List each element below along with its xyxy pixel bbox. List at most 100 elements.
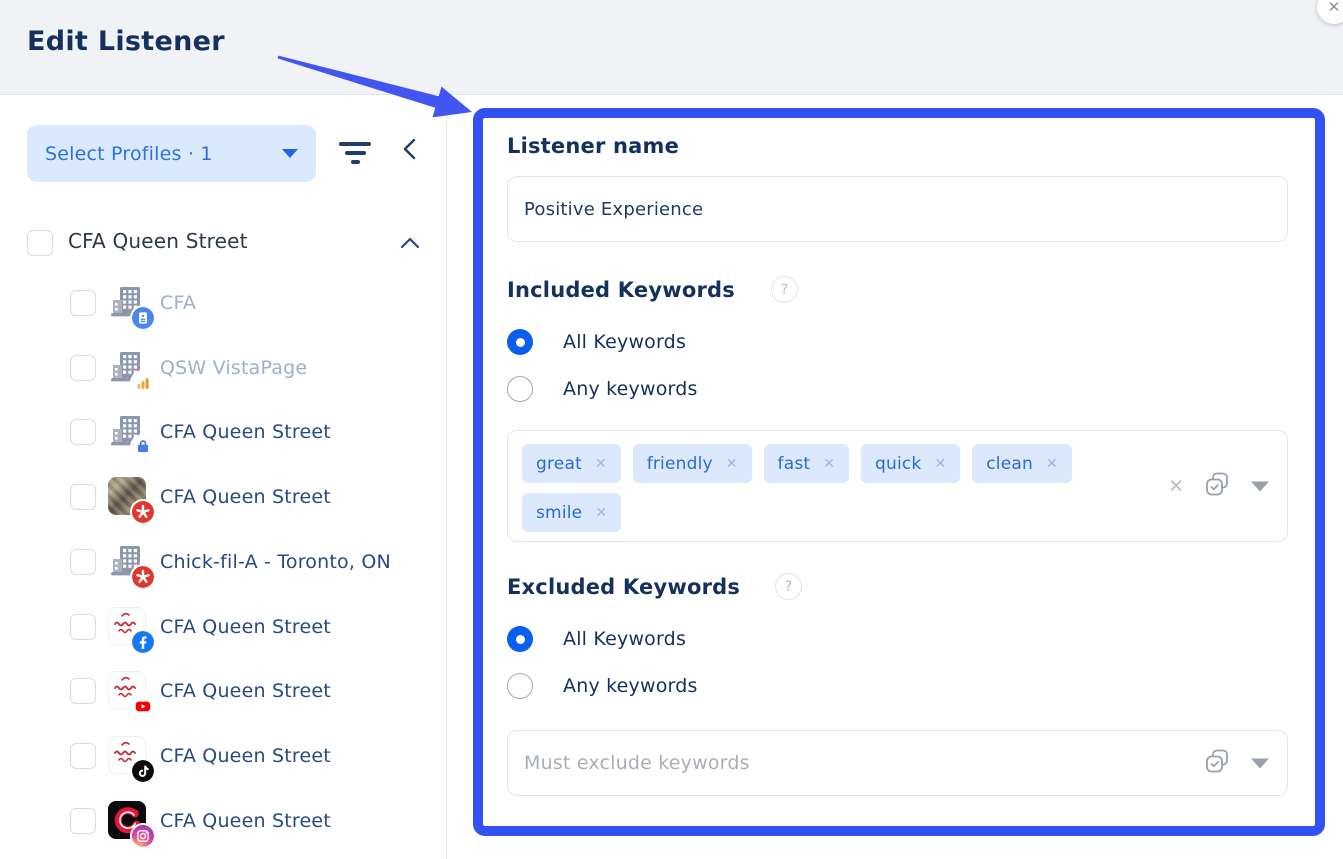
profile-avatar [108, 801, 148, 841]
chevron-up-icon[interactable] [398, 232, 422, 256]
radio-icon[interactable] [507, 376, 533, 402]
radio-label: Any keywords [563, 378, 698, 400]
keyword-tag[interactable]: smile ✕ [522, 493, 621, 532]
header-bar: Edit Listener [0, 0, 1343, 95]
help-icon[interactable]: ? [771, 276, 798, 303]
included-keywords-input[interactable]: great✕ friendly ✕ fast ✕ quick ✕ clean ✕ smile ✕ ✕ [507, 430, 1288, 542]
group-label: CFA Queen Street [68, 229, 248, 253]
filter-icon[interactable] [337, 140, 373, 168]
radio-icon[interactable] [507, 329, 533, 355]
profile-checkbox[interactable] [70, 419, 96, 445]
profile-checkbox[interactable] [70, 484, 96, 510]
keyword-tag-label: fast [778, 454, 811, 474]
profile-label: Chick-fil-A - Toronto, ON [160, 551, 391, 573]
remove-keyword-icon[interactable]: ✕ [823, 456, 835, 472]
clear-all-icon[interactable]: ✕ [1168, 475, 1184, 497]
youtube-badge-icon [132, 695, 154, 717]
profile-checkbox[interactable] [70, 614, 96, 640]
profile-row[interactable]: CFA Queen Street [0, 789, 447, 853]
radio-icon[interactable] [507, 673, 533, 699]
profile-label: QSW VistaPage [160, 357, 307, 379]
profile-checkbox[interactable] [70, 549, 96, 575]
profile-label: CFA Queen Street [160, 616, 331, 638]
excluded-any-keywords-option[interactable]: Any keywords [507, 672, 698, 700]
copy-icon[interactable] [1204, 748, 1231, 779]
chevron-down-icon [282, 149, 298, 158]
analytics-badge-icon [132, 372, 154, 394]
profile-label: CFA Queen Street [160, 486, 331, 508]
profile-row[interactable]: CFA Queen Street [0, 400, 447, 464]
tiktok-badge-icon [132, 760, 154, 782]
keyword-tag-label: friendly [647, 454, 713, 474]
profile-checkbox[interactable] [70, 678, 96, 704]
keyword-tag-label: clean [986, 454, 1033, 474]
group-checkbox[interactable] [27, 230, 53, 256]
profile-row[interactable]: CFA Queen Street [0, 595, 447, 659]
listener-name-value: Positive Experience [524, 199, 703, 220]
keyword-tag[interactable]: friendly ✕ [633, 444, 752, 483]
copy-icon[interactable] [1204, 471, 1231, 502]
yelp-badge-icon [132, 501, 154, 523]
excluded-all-keywords-option[interactable]: All Keywords [507, 625, 686, 653]
keyword-tag[interactable]: quick ✕ [861, 444, 960, 483]
profile-label: CFA [160, 292, 196, 314]
chevron-left-icon[interactable] [397, 136, 423, 162]
bag-badge-icon [132, 436, 154, 458]
instagram-badge-icon [132, 825, 154, 847]
keyword-tag-label: quick [875, 454, 921, 474]
page-title: Edit Listener [27, 26, 225, 57]
select-profiles-button[interactable]: Select Profiles · 1 [27, 125, 316, 182]
keyword-tag-label: smile [536, 503, 582, 523]
keyword-tag[interactable]: great✕ [522, 444, 621, 483]
profile-label: CFA Queen Street [160, 421, 331, 443]
included-any-keywords-option[interactable]: Any keywords [507, 375, 698, 403]
profile-avatar [108, 671, 148, 711]
profile-checkbox[interactable] [70, 355, 96, 381]
included-all-keywords-option[interactable]: All Keywords [507, 328, 686, 356]
profile-checkbox[interactable] [70, 290, 96, 316]
excluded-keywords-placeholder: Must exclude keywords [524, 752, 750, 774]
excluded-keywords-input[interactable]: Must exclude keywords [507, 730, 1288, 796]
profile-avatar [108, 283, 148, 323]
profile-avatar [108, 412, 148, 452]
remove-keyword-icon[interactable]: ✕ [934, 456, 946, 472]
remove-keyword-icon[interactable]: ✕ [595, 456, 607, 472]
help-icon[interactable]: ? [775, 573, 802, 600]
remove-keyword-icon[interactable]: ✕ [595, 505, 607, 521]
document-badge-icon [132, 307, 154, 329]
remove-keyword-icon[interactable]: ✕ [1046, 456, 1058, 472]
profile-row[interactable]: CFA Queen Street [0, 465, 447, 529]
profile-row[interactable]: Chick-fil-A - Toronto, ON [0, 530, 447, 594]
profile-group-row[interactable]: CFA Queen Street [0, 224, 447, 264]
profile-row[interactable]: CFA Queen Street [0, 724, 447, 788]
radio-label: All Keywords [563, 628, 686, 650]
chevron-down-icon[interactable] [1251, 758, 1269, 768]
chevron-down-icon[interactable] [1251, 481, 1269, 491]
listener-name-input[interactable]: Positive Experience [507, 176, 1288, 242]
profile-checkbox[interactable] [70, 743, 96, 769]
profile-avatar [108, 477, 148, 517]
radio-icon[interactable] [507, 626, 533, 652]
select-profiles-label: Select Profiles · 1 [45, 143, 213, 165]
profile-avatar [108, 607, 148, 647]
profile-row[interactable]: CFA [0, 271, 447, 335]
profile-row[interactable]: QSW VistaPage [0, 336, 447, 400]
remove-keyword-icon[interactable]: ✕ [726, 456, 738, 472]
radio-label: All Keywords [563, 331, 686, 353]
radio-label: Any keywords [563, 675, 698, 697]
profile-label: CFA Queen Street [160, 680, 331, 702]
profile-avatar [108, 542, 148, 582]
profile-label: CFA Queen Street [160, 810, 331, 832]
profile-label: CFA Queen Street [160, 745, 331, 767]
included-keywords-label: Included Keywords [507, 278, 735, 302]
keyword-tag[interactable]: fast ✕ [764, 444, 849, 483]
profile-checkbox[interactable] [70, 808, 96, 834]
listener-edit-panel: Listener name Positive Experience Includ… [473, 108, 1325, 836]
profile-row[interactable]: CFA Queen Street [0, 659, 447, 723]
keyword-tag[interactable]: clean ✕ [972, 444, 1071, 483]
keyword-tags: great✕ friendly ✕ fast ✕ quick ✕ clean ✕ smile ✕ [522, 444, 1167, 532]
excluded-keywords-label: Excluded Keywords [507, 575, 740, 599]
profile-avatar [108, 348, 148, 388]
profile-avatar [108, 736, 148, 776]
listener-name-label: Listener name [507, 134, 679, 158]
